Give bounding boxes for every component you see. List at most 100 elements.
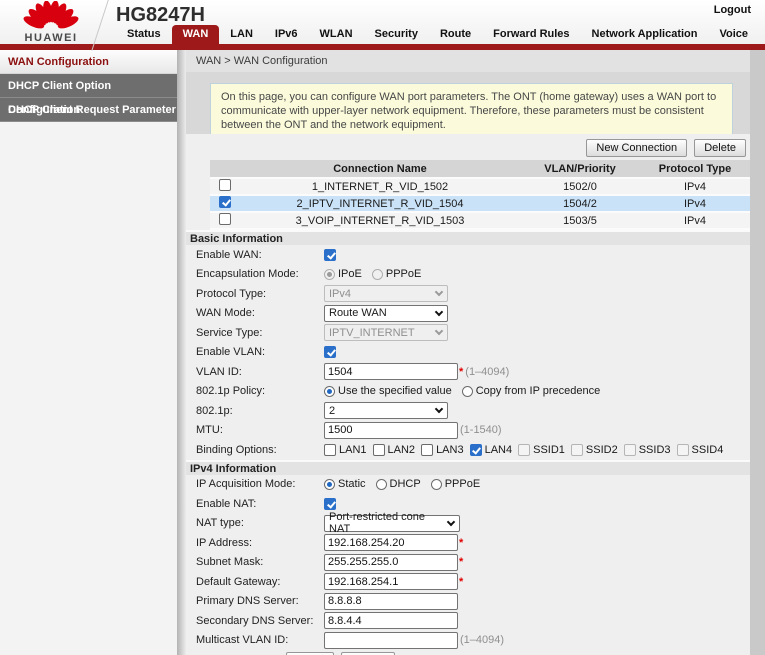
right-margin-strip (750, 50, 765, 655)
tab-system-tools[interactable]: System Tools (759, 25, 765, 44)
huawei-logo: HUAWEI (16, 1, 86, 44)
form-row-enable-wan: Enable WAN: (186, 245, 750, 265)
tab-wlan[interactable]: WLAN (309, 25, 364, 44)
primary-dns-input[interactable] (324, 593, 458, 610)
vlan-priority: 1502/0 (520, 178, 640, 195)
section-title-basic-information: Basic Information (186, 230, 750, 245)
vlan-priority: 1504/2 (520, 195, 640, 212)
range-hint: (1–4094) (465, 366, 509, 378)
8021p-select[interactable]: 2 (324, 402, 448, 419)
pppoe-radio[interactable] (372, 269, 383, 280)
logout-link[interactable]: Logout (714, 4, 751, 16)
tab-network-application[interactable]: Network Application (581, 25, 709, 44)
form-row-wan-mode: WAN Mode: Route WAN (186, 304, 750, 324)
lan3-checkbox[interactable] (421, 444, 433, 456)
ssid2-checkbox[interactable] (571, 444, 583, 456)
row-checkbox[interactable] (219, 179, 231, 191)
protocol-type-select[interactable]: IPv4 (324, 285, 448, 302)
row-checkbox[interactable] (219, 213, 231, 225)
wan-mode-select[interactable]: Route WAN (324, 305, 448, 322)
tab-wan[interactable]: WAN (172, 25, 220, 44)
sidebar-item-dhcp-client-option[interactable]: DHCP Client Option Configuration (0, 74, 177, 98)
default-gateway-input[interactable] (324, 573, 458, 590)
form-row-encapsulation-mode: Encapsulation Mode: IPoE PPPoE (186, 265, 750, 285)
secondary-dns-input[interactable] (324, 612, 458, 629)
range-hint: (1–4094) (460, 634, 504, 646)
chevron-down-icon (435, 308, 443, 316)
enable-wan-checkbox[interactable] (324, 249, 336, 261)
enable-nat-checkbox[interactable] (324, 498, 336, 510)
form-row-primary-dns: Primary DNS Server: (186, 592, 750, 612)
new-connection-button[interactable]: New Connection (586, 139, 687, 157)
form-row-binding-options: Binding Options: LAN1 LAN2 LAN3 LAN4 SSI… (186, 440, 750, 460)
table-row[interactable]: 2_IPTV_INTERNET_R_VID_1504 1504/2 IPv4 (210, 195, 750, 212)
ipoe-radio[interactable] (324, 269, 335, 280)
ssid1-checkbox[interactable] (518, 444, 530, 456)
chevron-down-icon (435, 327, 443, 335)
tab-voice[interactable]: Voice (708, 25, 759, 44)
config-panel: New Connection Delete Connection Name VL… (186, 134, 750, 655)
lan2-checkbox[interactable] (373, 444, 385, 456)
table-row[interactable]: 3_VOIP_INTERNET_R_VID_1503 1503/5 IPv4 (210, 212, 750, 229)
specified-value-radio[interactable] (324, 386, 335, 397)
required-marker: * (459, 537, 463, 549)
ssid3-checkbox[interactable] (624, 444, 636, 456)
row-checkbox[interactable] (219, 196, 231, 208)
pppoe-acquisition-radio[interactable] (431, 479, 442, 490)
chevron-down-icon (435, 405, 443, 413)
form-row-enable-vlan: Enable VLAN: (186, 343, 750, 363)
tab-lan[interactable]: LAN (219, 25, 264, 44)
multicast-vlan-id-input[interactable] (324, 632, 458, 649)
notice-region: On this page, you can configure WAN port… (186, 72, 750, 134)
main-nav: Status WAN LAN IPv6 WLAN Security Route … (116, 25, 765, 44)
subnet-mask-input[interactable] (324, 554, 458, 571)
brand-text: HUAWEI (16, 32, 86, 44)
sidebar-item-wan-configuration[interactable]: WAN Configuration (0, 50, 177, 74)
protocol-type: IPv4 (640, 195, 750, 212)
protocol-type: IPv4 (640, 212, 750, 229)
sidebar: WAN Configuration DHCP Client Option Con… (0, 50, 177, 655)
form-row-nat-type: NAT type: Port-restricted cone NAT (186, 514, 750, 534)
page-title: HG8247H (116, 4, 205, 27)
form-row-8021p: 802.1p: 2 (186, 401, 750, 421)
header: HUAWEI HG8247H Logout Status WAN LAN IPv… (0, 0, 765, 44)
service-type-select[interactable]: IPTV_INTERNET (324, 324, 448, 341)
protocol-type: IPv4 (640, 178, 750, 195)
sidebar-divider (177, 50, 186, 655)
column-header-vlan-priority: VLAN/Priority (520, 160, 640, 178)
copy-ip-precedence-radio[interactable] (462, 386, 473, 397)
header-divider (91, 0, 109, 51)
connection-name: 1_INTERNET_R_VID_1502 (240, 178, 520, 195)
connection-toolbar: New Connection Delete (186, 139, 746, 157)
static-radio[interactable] (324, 479, 335, 490)
form-row-8021p-policy: 802.1p Policy: Use the specified value C… (186, 382, 750, 402)
lan1-checkbox[interactable] (324, 444, 336, 456)
range-hint: (1-1540) (460, 424, 502, 436)
delete-button[interactable]: Delete (694, 139, 746, 157)
tab-route[interactable]: Route (429, 25, 482, 44)
mtu-input[interactable] (324, 422, 458, 439)
required-marker: * (459, 366, 463, 378)
connection-name: 2_IPTV_INTERNET_R_VID_1504 (240, 195, 520, 212)
tab-status[interactable]: Status (116, 25, 172, 44)
tab-security[interactable]: Security (364, 25, 429, 44)
form-row-ip-acquisition-mode: IP Acquisition Mode: Static DHCP PPPoE (186, 475, 750, 495)
sidebar-item-dhcp-client-request[interactable]: DHCP Client Request Parameter (0, 98, 177, 122)
tab-forward-rules[interactable]: Forward Rules (482, 25, 580, 44)
lan4-checkbox[interactable] (470, 444, 482, 456)
dhcp-radio[interactable] (376, 479, 387, 490)
breadcrumb: WAN > WAN Configuration (186, 50, 750, 72)
form-row-enable-nat: Enable NAT: (186, 494, 750, 514)
required-marker: * (459, 576, 463, 588)
vlan-id-input[interactable] (324, 363, 458, 380)
form-row-subnet-mask: Subnet Mask: * (186, 553, 750, 573)
form-row-protocol-type: Protocol Type: IPv4 (186, 284, 750, 304)
ip-address-input[interactable] (324, 534, 458, 551)
enable-vlan-checkbox[interactable] (324, 346, 336, 358)
page-description: On this page, you can configure WAN port… (210, 83, 733, 139)
ssid4-checkbox[interactable] (677, 444, 689, 456)
tab-ipv6[interactable]: IPv6 (264, 25, 309, 44)
form-row-ip-address: IP Address: * (186, 533, 750, 553)
table-row[interactable]: 1_INTERNET_R_VID_1502 1502/0 IPv4 (210, 178, 750, 195)
nat-type-select[interactable]: Port-restricted cone NAT (324, 515, 460, 532)
